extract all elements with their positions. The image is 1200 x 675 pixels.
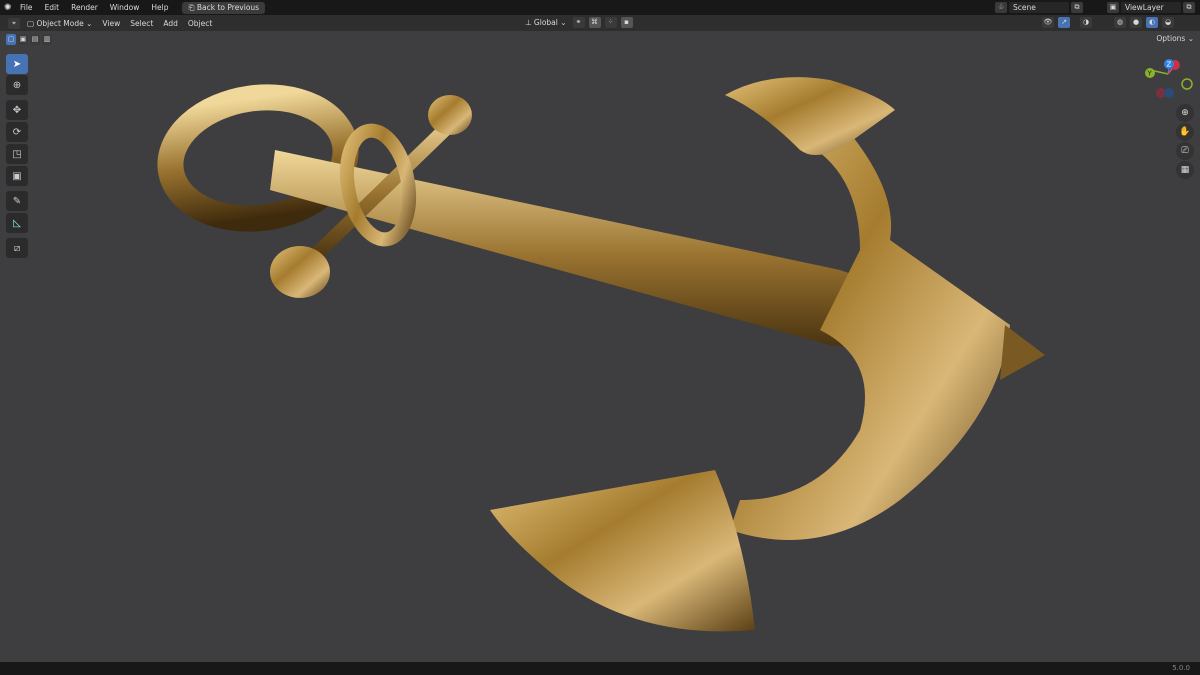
status-bar: 5.0.0 [0, 662, 1200, 675]
version-label: 5.0.0 [1172, 664, 1190, 672]
3d-viewport[interactable]: ▢ ▣ ▤ ▥ Options ⌄ ➤ ⊕ ✥ ⟳ ◳ ▣ ✎ ◺ ⧄ Z Y … [0, 31, 1200, 662]
anchor-model[interactable] [0, 0, 1200, 675]
